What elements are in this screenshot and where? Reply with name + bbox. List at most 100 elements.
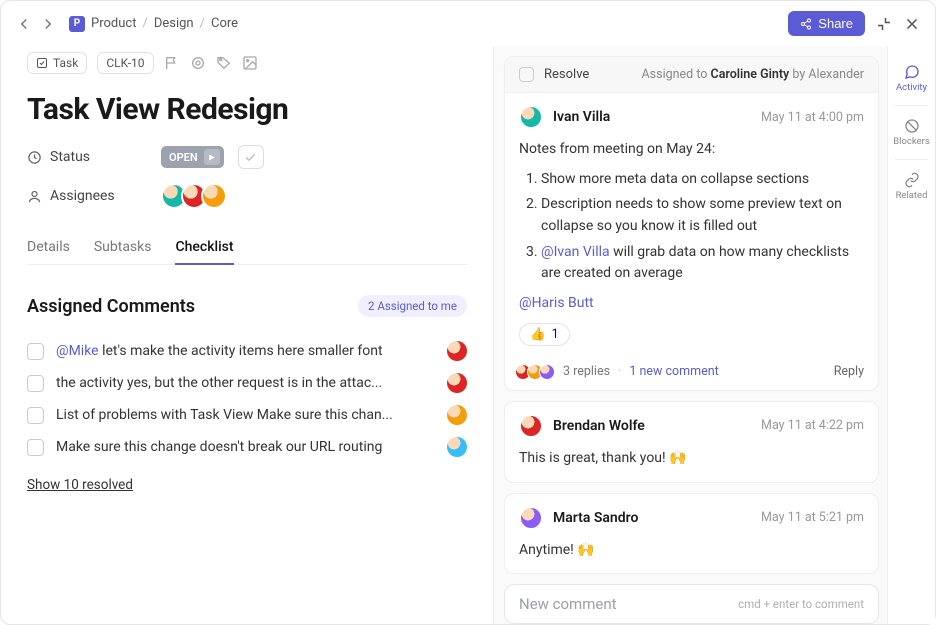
nav-forward-icon[interactable]	[39, 15, 57, 33]
breadcrumb-item[interactable]: Product	[91, 16, 136, 31]
new-comment-input[interactable]: New comment cmd + enter to comment	[504, 584, 879, 624]
share-label: Share	[818, 16, 853, 31]
project-icon: P	[69, 16, 85, 32]
close-icon[interactable]	[903, 15, 921, 33]
show-resolved-link[interactable]: Show 10 resolved	[27, 477, 133, 493]
image-icon[interactable]	[242, 55, 258, 71]
tab-bar: Details Subtasks Checklist	[27, 231, 467, 265]
task-main-panel: Task CLK-10 Task View Redesign Status OP…	[1, 46, 493, 624]
play-icon	[204, 149, 220, 165]
comment-body: This is great, thank you! 🙌	[519, 448, 864, 470]
new-comment-count[interactable]: 1 new comment	[629, 364, 718, 379]
share-button[interactable]: Share	[788, 11, 865, 36]
nav-back-icon[interactable]	[15, 15, 33, 33]
rail-label: Blockers	[893, 136, 930, 147]
breadcrumb-separator: /	[142, 16, 147, 31]
tag-icon[interactable]	[216, 55, 232, 71]
status-row: Status OPEN	[27, 145, 467, 169]
comment-icon	[904, 64, 920, 80]
reply-avatars	[519, 364, 555, 380]
reply-card: Marta Sandro May 11 at 5:21 pm Anytime! …	[504, 493, 879, 575]
breadcrumb-item[interactable]: Core	[211, 16, 238, 31]
task-id-chip[interactable]: CLK-10	[97, 52, 153, 74]
assignee-avatars[interactable]	[161, 183, 227, 209]
share-icon	[800, 18, 812, 30]
avatar	[519, 506, 543, 530]
comment-body: Anytime! 🙌	[519, 540, 864, 562]
mention[interactable]: @Haris Butt	[519, 295, 594, 311]
avatar	[447, 437, 467, 457]
tab-checklist[interactable]: Checklist	[175, 231, 233, 265]
task-type-chip[interactable]: Task	[27, 52, 87, 74]
assigned-to-me-badge[interactable]: 2 Assigned to me	[358, 295, 467, 317]
avatar	[539, 364, 555, 380]
tab-subtasks[interactable]: Subtasks	[94, 231, 152, 264]
checkbox[interactable]	[27, 407, 44, 424]
task-toolbar: Task CLK-10	[27, 52, 467, 74]
reply-button[interactable]: Reply	[834, 364, 864, 379]
task-id-label: CLK-10	[106, 56, 144, 70]
rail-label: Related	[896, 190, 928, 201]
assigned-comment-row[interactable]: Make sure this change doesn't break our …	[27, 431, 467, 463]
comment-text: the activity yes, but the other request …	[56, 375, 435, 391]
checkbox[interactable]	[27, 439, 44, 456]
side-rail: Activity Blockers Related	[887, 46, 935, 624]
reaction-chip[interactable]: 👍 1	[519, 323, 570, 346]
thumbs-up-icon: 👍	[530, 327, 546, 342]
comment-text: Make sure this change doesn't break our …	[56, 439, 435, 455]
comment-timestamp: May 11 at 4:00 pm	[761, 110, 864, 125]
topbar: P Product / Design / Core Share	[1, 1, 935, 46]
assigned-to-text: Assigned to Caroline Ginty by Alexander	[642, 67, 864, 82]
assigned-comment-row[interactable]: List of problems with Task View Make sur…	[27, 399, 467, 431]
rail-label: Activity	[896, 82, 927, 93]
tab-details[interactable]: Details	[27, 231, 70, 264]
task-type-label: Task	[53, 56, 78, 70]
assigned-comments-heading: Assigned Comments	[27, 296, 195, 317]
assigned-comment-row[interactable]: the activity yes, but the other request …	[27, 367, 467, 399]
page-title: Task View Redesign	[27, 92, 467, 127]
avatar	[447, 341, 467, 361]
flag-icon[interactable]	[164, 55, 180, 71]
activity-panel: Resolve Assigned to Caroline Ginty by Al…	[493, 46, 887, 624]
avatar	[519, 414, 543, 438]
block-icon	[904, 118, 920, 134]
composer-hint: cmd + enter to comment	[738, 597, 864, 611]
checkbox[interactable]	[27, 343, 44, 360]
resolve-checkbox[interactable]	[519, 67, 534, 82]
avatar	[201, 183, 227, 209]
comment-text: @Mike let's make the activity items here…	[56, 343, 435, 359]
avatar	[519, 105, 543, 129]
rail-tab-activity[interactable]: Activity	[888, 60, 935, 97]
checkbox[interactable]	[27, 375, 44, 392]
status-pill[interactable]: OPEN	[161, 146, 224, 168]
collapse-icon[interactable]	[875, 15, 893, 33]
comment-author: Ivan Villa	[553, 109, 610, 125]
comment-body: Notes from meeting on May 24: Show more …	[519, 139, 864, 315]
breadcrumb-item[interactable]: Design	[154, 16, 194, 31]
avatar	[447, 405, 467, 425]
breadcrumb: P Product / Design / Core	[69, 16, 238, 32]
breadcrumb-separator: /	[200, 16, 205, 31]
replies-count[interactable]: 3 replies	[563, 364, 610, 379]
rail-tab-related[interactable]: Related	[888, 168, 935, 205]
assigned-comment-row[interactable]: @Mike let's make the activity items here…	[27, 335, 467, 367]
assignees-row: Assignees	[27, 183, 467, 209]
status-value: OPEN	[169, 151, 198, 164]
resolve-label[interactable]: Resolve	[544, 67, 589, 82]
rail-tab-blockers[interactable]: Blockers	[888, 114, 935, 151]
person-icon	[27, 189, 42, 204]
avatar	[447, 373, 467, 393]
target-icon[interactable]	[190, 55, 206, 71]
comment-author: Marta Sandro	[553, 510, 638, 526]
complete-checkbox[interactable]	[238, 145, 264, 169]
status-label: Status	[50, 149, 90, 165]
comment-thread-card: Resolve Assigned to Caroline Ginty by Al…	[504, 56, 879, 391]
composer-placeholder: New comment	[519, 595, 617, 613]
reaction-count: 1	[552, 327, 559, 342]
status-icon	[27, 150, 42, 165]
reply-card: Brendan Wolfe May 11 at 4:22 pm This is …	[504, 401, 879, 483]
link-icon	[904, 172, 920, 188]
comment-text: List of problems with Task View Make sur…	[56, 407, 435, 423]
checkbox-icon	[36, 57, 48, 69]
comment-timestamp: May 11 at 5:21 pm	[761, 510, 864, 525]
